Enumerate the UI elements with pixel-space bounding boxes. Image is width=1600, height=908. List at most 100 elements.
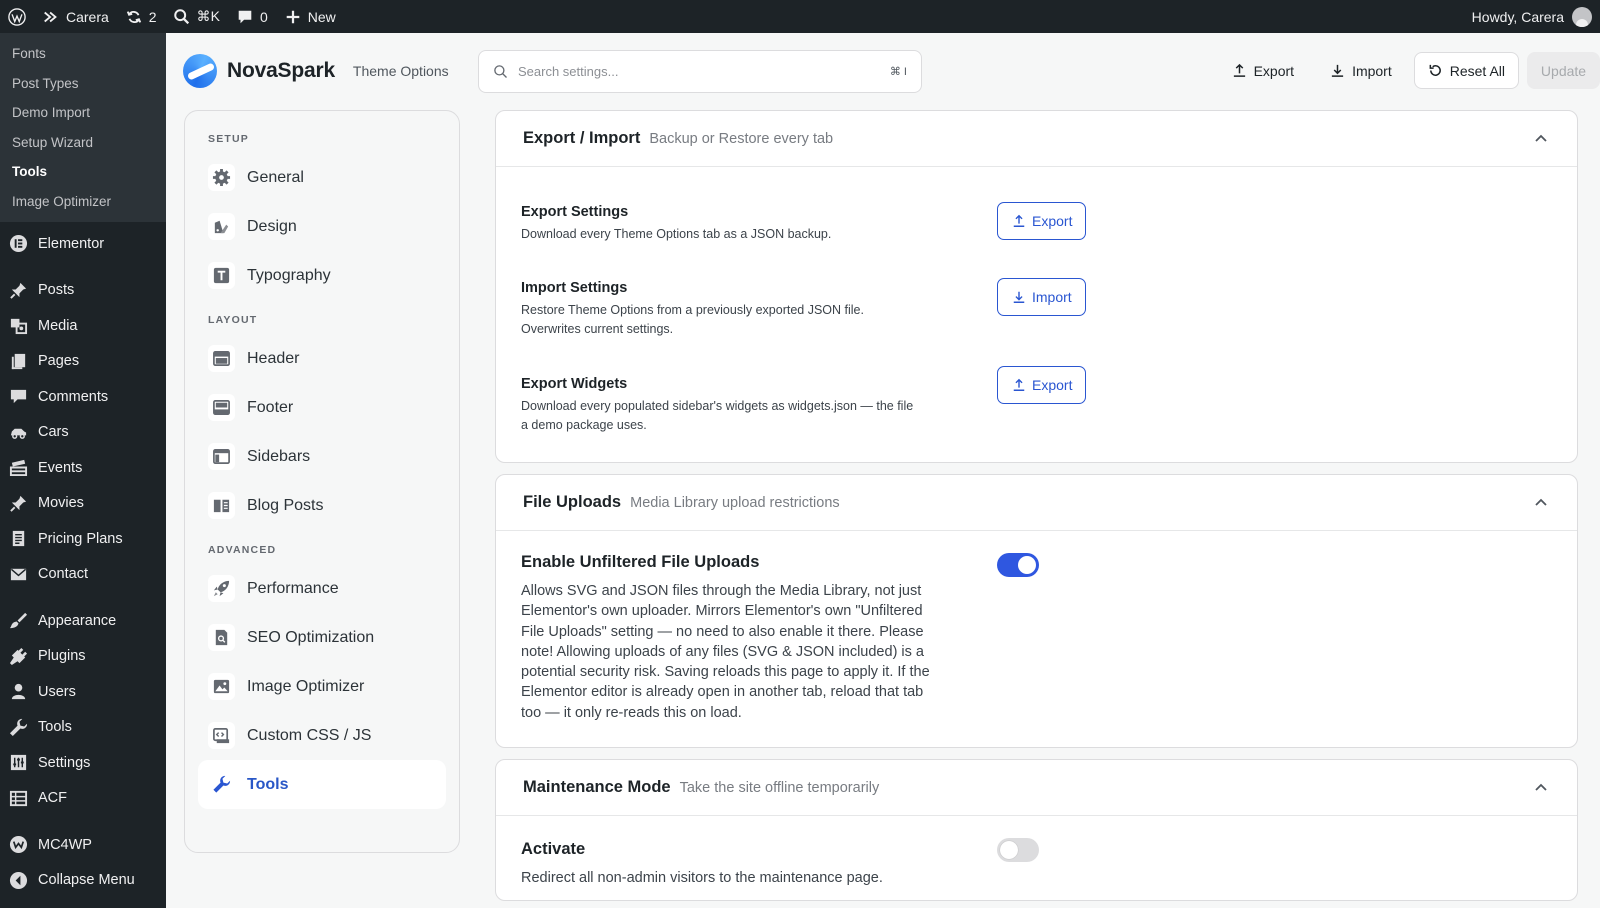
import-label: Import <box>1352 62 1392 79</box>
mail-icon <box>8 564 28 584</box>
search-icon <box>173 8 189 24</box>
sidebar-item-performance[interactable]: Performance <box>198 564 446 613</box>
sidebar-item-footer[interactable]: Footer <box>198 383 446 432</box>
submenu-item-post-types[interactable]: Post Types <box>0 69 166 99</box>
menu-item-elementor[interactable]: Elementor <box>0 226 166 262</box>
menu-item-appearance[interactable]: Appearance <box>0 603 166 639</box>
seo-icon <box>208 624 235 651</box>
options-topbar: NovaSpark Theme Options ⌘ I Export Impor… <box>166 33 1600 109</box>
car-icon <box>8 422 28 442</box>
panel-export-import: Export / Import Backup or Restore every … <box>495 110 1578 463</box>
comment-icon <box>8 387 28 407</box>
download-icon <box>1331 64 1344 77</box>
menu-item-settings[interactable]: Settings <box>0 745 166 781</box>
search-shortcut-hint: ⌘ I <box>889 66 907 78</box>
import-settings-button[interactable]: Import <box>997 278 1086 316</box>
export-widgets-button[interactable]: Export <box>997 366 1087 404</box>
unfiltered-uploads-toggle[interactable] <box>997 553 1039 577</box>
submenu-item-demo-import[interactable]: Demo Import <box>0 98 166 128</box>
media-icon <box>8 316 28 336</box>
sidebars-icon <box>208 443 235 470</box>
chevron-up-icon[interactable] <box>1533 780 1549 796</box>
image-icon <box>208 673 235 700</box>
chevron-up-icon[interactable] <box>1533 131 1549 147</box>
menu-item-mc4wp[interactable]: MC4WP <box>0 827 166 863</box>
collapse-menu-button[interactable]: Collapse Menu <box>0 863 166 899</box>
setting-row-export-widgets: Export Widgets Download every populated … <box>521 366 1552 434</box>
search-shortcut: ⌘K <box>196 8 220 24</box>
footer-icon <box>208 394 235 421</box>
submenu-item-setup-wizard[interactable]: Setup Wizard <box>0 128 166 158</box>
mc4wp-icon <box>8 835 28 855</box>
sidebar-item-typography[interactable]: Typography <box>198 251 446 300</box>
sidebar-item-tools[interactable]: Tools <box>198 760 446 809</box>
sidebar-item-blog-posts[interactable]: Blog Posts <box>198 481 446 530</box>
site-chevron-icon <box>44 11 57 22</box>
menu-item-pages[interactable]: Pages <box>0 344 166 380</box>
menu-label: Collapse Menu <box>38 872 135 889</box>
submenu-item-tools[interactable]: Tools <box>0 157 166 187</box>
menu-item-plugins[interactable]: Plugins <box>0 639 166 675</box>
button-label: Export <box>1032 377 1073 393</box>
submenu-item-image-optimizer[interactable]: Image Optimizer <box>0 187 166 217</box>
section-title-layout: LAYOUT <box>208 314 258 326</box>
menu-label: Media <box>38 317 78 334</box>
sidebar-item-design[interactable]: Design <box>198 202 446 251</box>
chevron-up-icon[interactable] <box>1533 495 1549 511</box>
menu-item-users[interactable]: Users <box>0 674 166 710</box>
menu-label: Appearance <box>38 612 117 629</box>
sidebar-item-header[interactable]: Header <box>198 334 446 383</box>
typography-icon <box>208 262 235 289</box>
wordpress-logo-button[interactable] <box>0 0 34 33</box>
menu-label: Pricing Plans <box>38 530 123 547</box>
sidebar-item-general[interactable]: General <box>198 153 446 202</box>
update-button[interactable]: Update <box>1527 52 1600 89</box>
toggle-knob <box>1018 556 1036 574</box>
reset-all-button[interactable]: Reset All <box>1413 52 1519 89</box>
submenu-item-fonts[interactable]: Fonts <box>0 39 166 69</box>
admin-bar: Carera 2 ⌘K 0 New Howdy, Carera <box>0 0 1600 33</box>
toggle-knob <box>1000 841 1018 860</box>
import-button[interactable]: Import <box>1316 52 1406 89</box>
menu-item-cars[interactable]: Cars <box>0 415 166 451</box>
plugin-icon <box>8 646 28 666</box>
sidebar-item-label: Tools <box>247 775 289 793</box>
menu-item-comments[interactable]: Comments <box>0 379 166 415</box>
menu-item-acf[interactable]: ACF <box>0 781 166 817</box>
my-account[interactable]: Howdy, Carera <box>1472 0 1592 33</box>
export-settings-button[interactable]: Export <box>997 202 1087 240</box>
maintenance-mode-toggle[interactable] <box>997 838 1039 863</box>
menu-item-posts[interactable]: Posts <box>0 273 166 309</box>
section-title-advanced: ADVANCED <box>208 544 277 556</box>
sidebar-item-image-optimizer[interactable]: Image Optimizer <box>198 662 446 711</box>
comments-link[interactable]: 0 <box>228 0 276 33</box>
sidebar-item-label: Typography <box>247 266 331 284</box>
updates-link[interactable]: 2 <box>117 0 165 33</box>
menu-item-pricing-plans[interactable]: Pricing Plans <box>0 521 166 557</box>
panel-header-maintenance-mode[interactable]: Maintenance Mode Take the site offline t… <box>496 760 1577 817</box>
admin-search-link[interactable]: ⌘K <box>165 0 228 33</box>
menu-item-media[interactable]: Media <box>0 308 166 344</box>
menu-item-movies[interactable]: Movies <box>0 486 166 522</box>
new-content-link[interactable]: New <box>276 0 344 33</box>
sidebar-item-label: Performance <box>247 579 339 597</box>
menu-label: Events <box>38 459 83 476</box>
panel-title: File Uploads <box>523 493 622 511</box>
menu-item-tools[interactable]: Tools <box>0 710 166 746</box>
brand: NovaSpark Theme Options <box>183 54 449 88</box>
panel-header-file-uploads[interactable]: File Uploads Media Library upload restri… <box>496 475 1577 531</box>
sidebar-item-seo-optimization[interactable]: SEO Optimization <box>198 613 446 662</box>
design-icon <box>208 213 235 240</box>
gear-icon <box>208 164 235 191</box>
sidebar-item-sidebars[interactable]: Sidebars <box>198 432 446 481</box>
menu-item-events[interactable]: Events <box>0 450 166 486</box>
menu-item-contact[interactable]: Contact <box>0 557 166 593</box>
sidebar-item-custom-css-js[interactable]: Custom CSS / JS <box>198 711 446 760</box>
export-button[interactable]: Export <box>1218 52 1308 89</box>
search-input[interactable] <box>518 64 880 79</box>
site-name-link[interactable]: Carera <box>34 0 117 33</box>
rocket-icon <box>208 575 235 602</box>
settings-search[interactable]: ⌘ I <box>478 50 922 93</box>
panel-header-export-import[interactable]: Export / Import Backup or Restore every … <box>496 111 1577 167</box>
reset-icon <box>1429 64 1441 76</box>
